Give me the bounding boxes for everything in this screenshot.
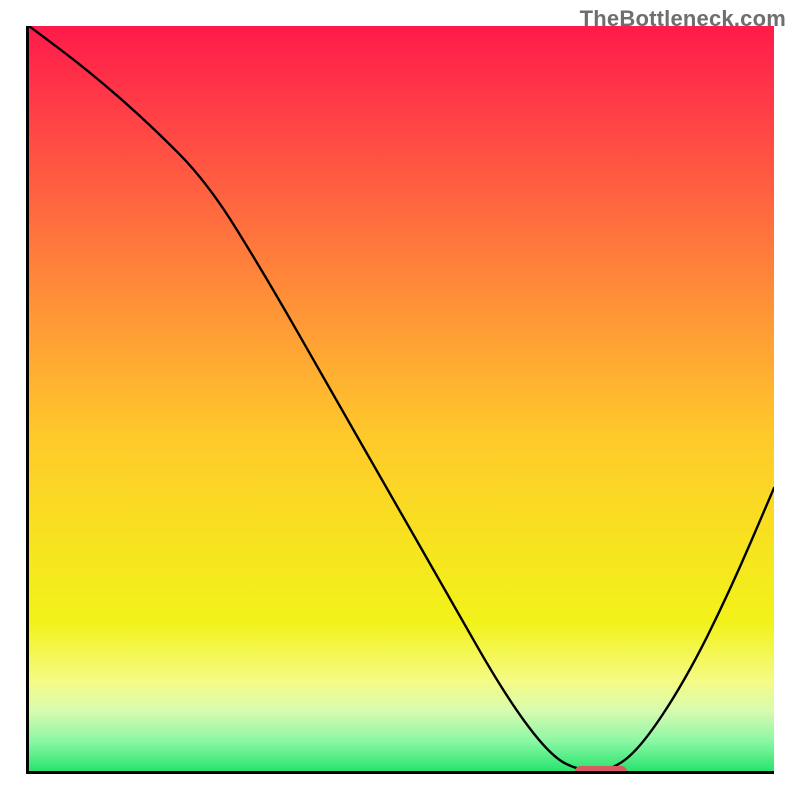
optimal-marker [575, 766, 627, 774]
chart-container: TheBottleneck.com [0, 0, 800, 800]
bottleneck-curve [29, 26, 774, 771]
plot-area [26, 26, 774, 774]
curve-path [29, 26, 774, 771]
